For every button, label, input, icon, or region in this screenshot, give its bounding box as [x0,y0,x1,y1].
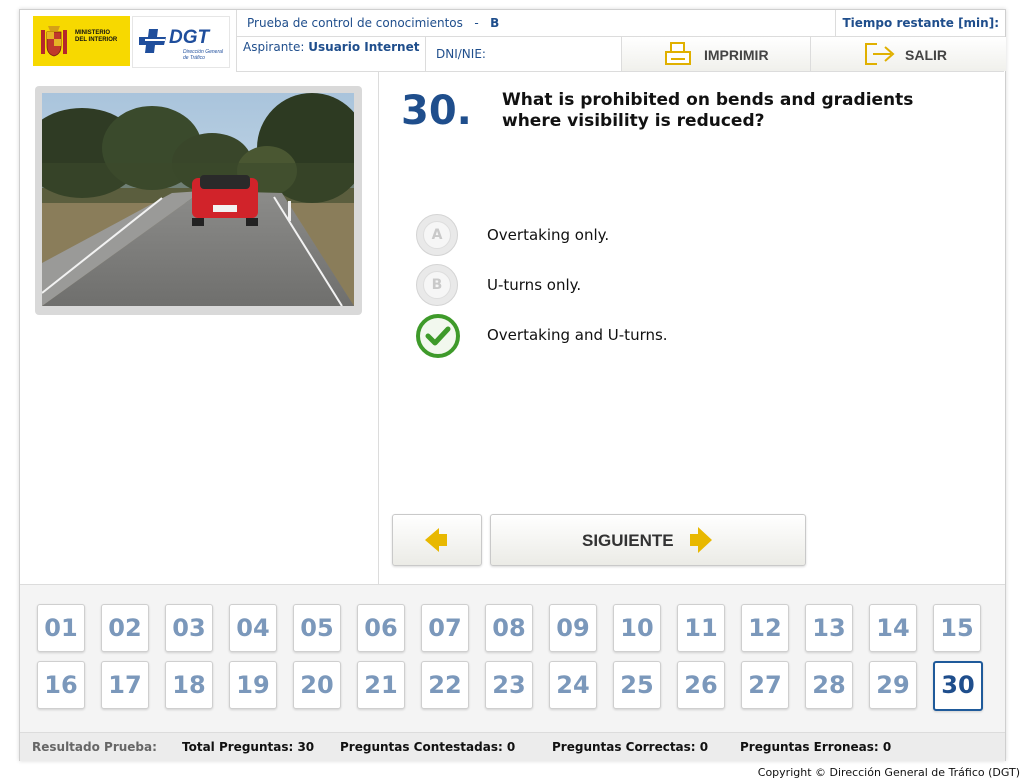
question-nav-button-08[interactable]: 08 [485,604,533,652]
answer-option-b[interactable]: B U-turns only. [416,264,976,308]
image-panel [20,72,379,584]
question-image [42,93,354,306]
ministerio-line-1: MINISTERIO [75,30,111,36]
question-nav-button-29[interactable]: 29 [869,661,917,709]
aspirante-name: Usuario Internet [308,40,420,54]
test-title-text: Prueba de control de conocimientos [247,16,463,30]
exit-button[interactable]: SALIR [810,37,1006,71]
answer-b-radio[interactable]: B [416,264,458,306]
road-car-image [42,93,354,306]
exit-label: SALIR [905,47,947,63]
timer-label: Tiempo restante [min]: [835,10,1005,36]
next-button[interactable]: SIGUIENTE [490,514,806,566]
next-label: SIGUIENTE [582,531,674,550]
answer-b-letter: B [423,271,451,299]
question-nav-button-20[interactable]: 20 [293,661,341,709]
question-nav-button-17[interactable]: 17 [101,661,149,709]
wrong-questions: Preguntas Erroneas: 0 [740,740,892,754]
correct-questions: Preguntas Correctas: 0 [552,740,709,754]
previous-button[interactable] [392,514,482,566]
question-image-frame [35,86,362,315]
question-nav-button-30[interactable]: 30 [933,661,983,711]
app-frame: MINISTERIO DEL INTERIOR DGT Dirección Ge… [19,9,1006,761]
logos-area: MINISTERIO DEL INTERIOR DGT Dirección Ge… [20,10,236,72]
question-nav-button-02[interactable]: 02 [101,604,149,652]
answer-a-radio[interactable]: A [416,214,458,256]
dgt-logo: DGT Dirección General de Tráfico [132,16,230,68]
printer-icon [665,42,691,65]
arrow-right-icon [690,527,712,553]
total-questions: Total Preguntas: 30 [182,740,315,754]
question-nav-button-05[interactable]: 05 [293,604,341,652]
question-nav-button-18[interactable]: 18 [165,661,213,709]
dgt-cross-icon [139,29,166,53]
question-nav-button-23[interactable]: 23 [485,661,533,709]
result-label: Resultado Prueba: [32,740,157,754]
dni-label: DNI/NIE: [425,37,621,71]
question-number: 30. [401,88,472,134]
question-nav-button-13[interactable]: 13 [805,604,853,652]
question-nav-button-16[interactable]: 16 [37,661,85,709]
answer-a-letter: A [423,221,451,249]
coat-of-arms-icon [41,26,67,57]
question-nav-button-24[interactable]: 24 [549,661,597,709]
answer-c-text: Overtaking and U-turns. [487,326,668,344]
question-nav-button-12[interactable]: 12 [741,604,789,652]
ministerio-line-2: DEL INTERIOR [75,37,118,43]
header-user-row: Aspirante: Usuario Internet DNI/NIE: IMP… [236,37,1006,71]
question-nav-button-28[interactable]: 28 [805,661,853,709]
ministerio-logo: MINISTERIO DEL INTERIOR [33,16,130,66]
dgt-logo-text: DGT [169,27,210,48]
question-nav-button-14[interactable]: 14 [869,604,917,652]
answer-option-c[interactable]: Overtaking and U-turns. [416,314,976,358]
ministerio-text: MINISTERIO DEL INTERIOR [75,30,117,44]
answer-b-text: U-turns only. [487,276,582,294]
copyright: Copyright © Dirección General de Tráfico… [757,766,1020,779]
dgt-sub-text: Dirección General de Tráfico [183,49,223,61]
question-nav-button-01[interactable]: 01 [37,604,85,652]
answer-option-a[interactable]: A Overtaking only. [416,214,976,258]
test-title: Prueba de control de conocimientos - B [247,16,499,30]
question-nav-button-06[interactable]: 06 [357,604,405,652]
print-button[interactable]: IMPRIMIR [621,37,811,71]
checkmark-selected-icon[interactable] [416,314,460,358]
question-nav-button-10[interactable]: 10 [613,604,661,652]
question-nav-button-09[interactable]: 09 [549,604,597,652]
question-nav-button-25[interactable]: 25 [613,661,661,709]
question-nav-button-19[interactable]: 19 [229,661,277,709]
question-nav-button-04[interactable]: 04 [229,604,277,652]
question-nav-button-21[interactable]: 21 [357,661,405,709]
test-type: B [490,16,500,30]
question-nav-button-11[interactable]: 11 [677,604,725,652]
exit-icon [865,43,895,65]
arrow-left-icon [425,528,447,552]
test-title-separator: - [474,16,479,30]
question-nav-button-15[interactable]: 15 [933,604,981,652]
question-nav-button-03[interactable]: 03 [165,604,213,652]
aspirante-label: Aspirante: [243,40,305,54]
header-info-row: Prueba de control de conocimientos - B T… [236,10,1005,37]
question-nav-button-07[interactable]: 07 [421,604,469,652]
answer-a-text: Overtaking only. [487,226,610,244]
question-nav-button-26[interactable]: 26 [677,661,725,709]
print-label: IMPRIMIR [704,47,769,63]
dgt-sub-line-2: de Tráfico [183,55,205,61]
aspirante-info: Aspirante: Usuario Internet [243,40,423,54]
result-footer: Resultado Prueba: Total Preguntas: 30 Pr… [20,732,1005,761]
question-nav-button-22[interactable]: 22 [421,661,469,709]
question-grid: 01 02 03 04 05 06 07 08 09 10 11 12 13 14 15 16 17 18 19 20… [20,584,1005,733]
question-nav-button-27[interactable]: 27 [741,661,789,709]
answered-questions: Preguntas Contestadas: 0 [340,740,516,754]
question-text: What is prohibited on bends and gradient… [502,90,914,131]
